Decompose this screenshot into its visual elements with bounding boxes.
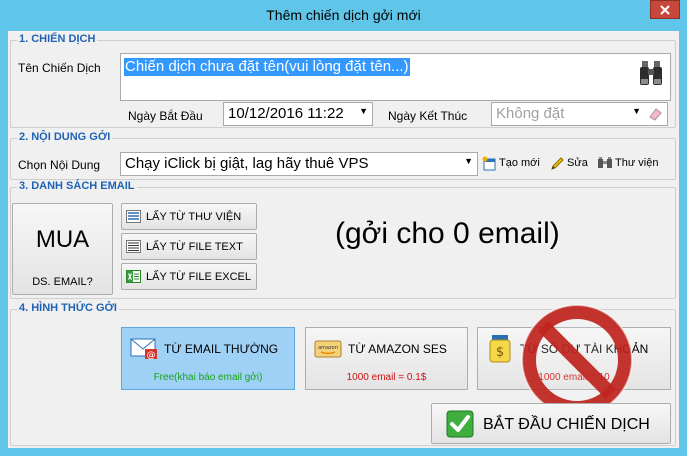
content-library-label: Thư viện: [615, 157, 659, 169]
coin-jar-icon: $: [489, 335, 511, 363]
excel-icon: [126, 270, 141, 284]
start-campaign-button[interactable]: BẮT ĐẦU CHIẾN DỊCH: [431, 403, 671, 444]
library-icon: [597, 155, 613, 171]
from-excel-file-button[interactable]: LẤY TỪ FILE EXCEL: [121, 263, 257, 290]
new-content-label: Tạo mới: [499, 157, 540, 169]
buy-title: MUA: [35, 226, 90, 253]
campaign-name-value: Chiến dịch chưa đặt tên(vui lòng đặt tên…: [124, 58, 410, 76]
content-select[interactable]: Chạy iClick bị giật, lag hãy thuê VPS ▼: [120, 152, 478, 176]
send-option-email-title: TỪ EMAIL THƯỜNG: [164, 342, 279, 356]
svg-text:$: $: [496, 345, 504, 360]
svg-text:@: @: [147, 351, 156, 361]
list-icon: [126, 210, 141, 224]
edit-content-button[interactable]: Sửa: [549, 155, 588, 171]
new-content-button[interactable]: Tạo mới: [481, 155, 540, 171]
from-excel-file-label: LẤY TỪ FILE EXCEL: [146, 270, 251, 283]
campaign-name-input[interactable]: Chiến dịch chưa đặt tên(vui lòng đặt tên…: [120, 53, 671, 101]
close-button[interactable]: [650, 0, 680, 19]
send-option-amazon-sub: 1000 email = 0.1$: [346, 372, 427, 383]
pencil-icon: [549, 155, 565, 171]
start-campaign-label: BẮT ĐẦU CHIẾN DỊCH: [483, 416, 650, 433]
send-method-legend: 4. HÌNH THỨC GỞI: [17, 302, 119, 314]
dropdown-arrow-icon[interactable]: ▼: [464, 156, 473, 166]
end-date-value: Không đặt: [496, 105, 565, 122]
title-bar[interactable]: Thêm chiến dịch gởi mới: [0, 0, 687, 30]
text-file-icon: [126, 240, 141, 254]
content-value: Chạy iClick bị giật, lag hãy thuê VPS: [125, 155, 369, 172]
from-text-file-label: LẤY TỪ FILE TEXT: [146, 240, 243, 253]
send-option-balance[interactable]: $ TỪ SỐ DƯ TÀI KHOẢN 1000 email = 10: [477, 304, 671, 416]
dialog-body: 1. CHIẾN DỊCH Tên Chiến Dịch Chiến dịch …: [8, 31, 679, 448]
content-label: Chọn Nội Dung: [18, 158, 101, 172]
from-text-file-button[interactable]: LẤY TỪ FILE TEXT: [121, 233, 257, 260]
eraser-icon[interactable]: [647, 106, 663, 125]
dropdown-arrow-icon[interactable]: ▼: [632, 106, 641, 116]
checkmark-icon: [446, 410, 474, 441]
send-option-email-sub: Free(khai báo email gởi): [153, 372, 263, 383]
start-date-label: Ngày Bắt Đầu: [128, 109, 203, 123]
send-option-amazon-ses[interactable]: amazon TỪ AMAZON SES 1000 email = 0.1$: [305, 327, 468, 390]
amazon-icon: amazon: [314, 340, 342, 358]
email-icon: @: [130, 338, 157, 361]
start-date-picker[interactable]: 10/12/2016 11:22 ▼: [223, 102, 373, 126]
send-option-email[interactable]: @ TỪ EMAIL THƯỜNG Free(khai báo email gở…: [121, 327, 295, 390]
end-date-picker[interactable]: Không đặt ▼: [491, 102, 668, 126]
from-library-button[interactable]: LẤY TỪ THƯ VIỆN: [121, 203, 257, 230]
close-icon: [660, 4, 670, 15]
window: Thêm chiến dịch gởi mới 1. CHIẾN DỊCH Tê…: [0, 0, 687, 456]
campaign-legend: 1. CHIẾN DỊCH: [17, 33, 98, 45]
send-option-amazon-title: TỪ AMAZON SES: [348, 342, 447, 356]
email-list-legend: 3. DANH SÁCH EMAIL: [17, 180, 137, 192]
email-count-text: (gởi cho 0 email): [335, 217, 560, 250]
new-document-icon: [481, 155, 497, 171]
binoculars-icon[interactable]: [638, 59, 664, 92]
content-legend: 2. NỘI DUNG GỞI: [17, 131, 113, 143]
from-library-label: LẤY TỪ THƯ VIỆN: [146, 210, 242, 223]
svg-text:amazon: amazon: [318, 345, 338, 351]
end-date-label: Ngày Kết Thúc: [388, 109, 468, 123]
buy-email-list-button[interactable]: MUA DS. EMAIL?: [12, 203, 113, 295]
no-entry-icon: [521, 304, 633, 416]
window-title: Thêm chiến dịch gởi mới: [266, 7, 421, 23]
start-date-value: 10/12/2016 11:22: [228, 105, 344, 122]
buy-subtitle: DS. EMAIL?: [32, 276, 93, 288]
content-library-button[interactable]: Thư viện: [597, 155, 658, 171]
campaign-name-label: Tên Chiến Dịch: [18, 61, 101, 75]
edit-content-label: Sửa: [567, 157, 588, 169]
dropdown-arrow-icon[interactable]: ▼: [359, 106, 368, 116]
